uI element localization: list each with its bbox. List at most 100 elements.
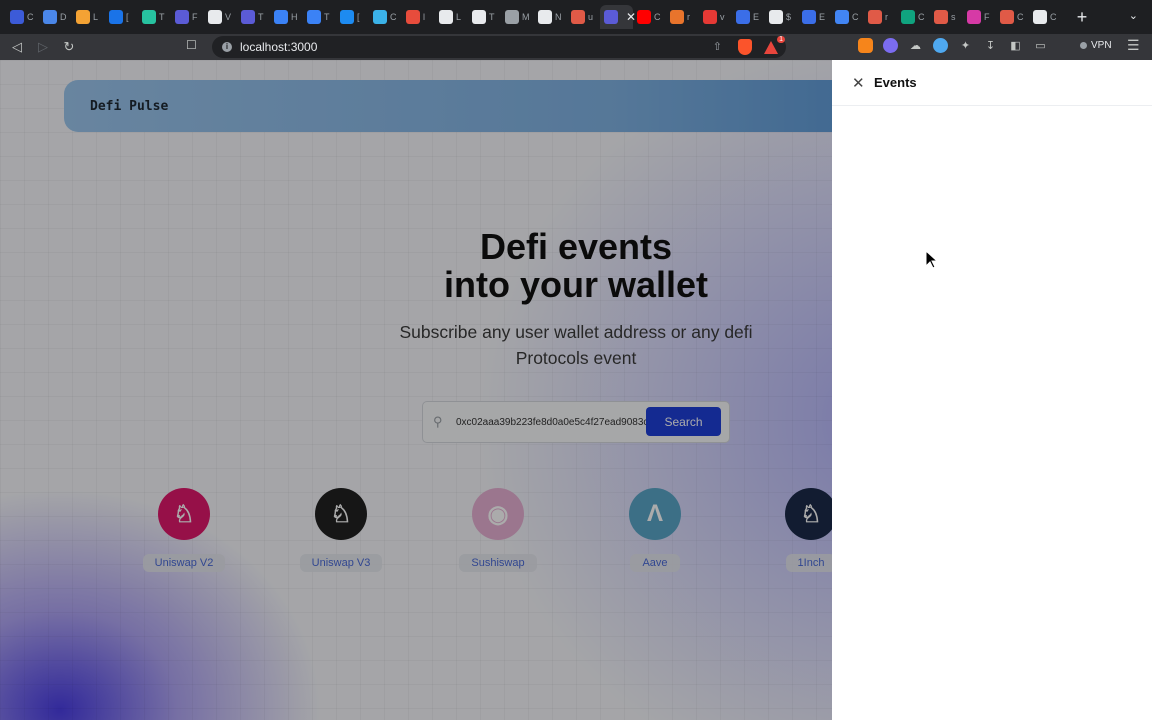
vpn-status-icon [1080, 42, 1087, 49]
tab-title: M [522, 12, 530, 22]
brave-rewards-icon[interactable]: 1 [764, 36, 785, 54]
browser-tab[interactable]: L [72, 5, 105, 29]
browser-tab[interactable]: $ [765, 5, 798, 29]
browser-tab[interactable]: C [831, 5, 864, 29]
browser-tab[interactable]: V [204, 5, 237, 29]
sidebar-icon[interactable]: ◧ [1008, 38, 1023, 53]
share-icon[interactable]: ⇧ [713, 40, 722, 53]
extension-icon[interactable] [883, 38, 898, 53]
menu-icon[interactable]: ☰ [1127, 37, 1140, 54]
tab-favicon-icon [43, 10, 57, 24]
browser-tab[interactable]: [ [336, 5, 369, 29]
browser-tab[interactable]: C [369, 5, 402, 29]
tab-title: E [753, 12, 760, 22]
tab-favicon-icon [274, 10, 288, 24]
browser-tab[interactable]: F [171, 5, 204, 29]
events-drawer: ✕ Events [832, 60, 1152, 720]
browser-tab[interactable]: N [534, 5, 567, 29]
globe-icon[interactable] [933, 38, 948, 53]
browser-tab[interactable]: L [435, 5, 468, 29]
rewards-badge: 1 [777, 36, 785, 43]
tab-title: v [720, 12, 725, 22]
browser-tab[interactable]: v [699, 5, 732, 29]
browser-tab[interactable]: C [6, 5, 39, 29]
new-tab-button[interactable]: + [1072, 7, 1092, 28]
drawer-header: ✕ Events [832, 60, 1152, 106]
tab-title: C [852, 12, 859, 22]
browser-tab[interactable]: T [303, 5, 336, 29]
tab-favicon-icon [802, 10, 816, 24]
tab-strip: C D L [T F V T H T [Cl L T M Nu l✕ Cr v E $ E Cr Cs F C C + ⌄ [0, 0, 1152, 34]
tab-title: C [390, 12, 397, 22]
tab-favicon-icon [241, 10, 255, 24]
tab-title: C [1050, 12, 1057, 22]
browser-tab[interactable]: M [501, 5, 534, 29]
tab-favicon-icon [175, 10, 189, 24]
tab-favicon-icon [769, 10, 783, 24]
vpn-button[interactable]: VPN [1080, 40, 1112, 51]
browser-tab[interactable]: T [237, 5, 270, 29]
browser-tab[interactable]: C [996, 5, 1029, 29]
modal-overlay[interactable] [0, 60, 832, 720]
wallet-icon[interactable]: ▭ [1033, 38, 1048, 53]
browser-tab[interactable]: T [468, 5, 501, 29]
tab-favicon-icon [109, 10, 123, 24]
browser-tab[interactable]: T [138, 5, 171, 29]
browser-tab[interactable]: l✕ [600, 5, 636, 29]
browser-tab[interactable]: u [567, 5, 600, 29]
browser-toolbar: ◁ ▷ ↻ ☐ i localhost:3000 ⇧ 1 ☁ ✦ ↧ ◧ ▭ V… [0, 34, 1152, 60]
extensions-bar: ☁ ✦ ↧ ◧ ▭ [858, 38, 1048, 53]
browser-tab[interactable]: C [633, 5, 666, 29]
tab-title: T [324, 12, 330, 22]
tab-favicon-icon [571, 10, 585, 24]
tab-favicon-icon [538, 10, 552, 24]
tab-title: l [423, 12, 425, 22]
tab-favicon-icon [703, 10, 717, 24]
browser-tab[interactable]: D [39, 5, 72, 29]
cloud-icon[interactable]: ☁ [908, 38, 923, 53]
address-url[interactable]: localhost:3000 [240, 40, 317, 54]
browser-tab[interactable]: [ [105, 5, 138, 29]
tab-favicon-icon [439, 10, 453, 24]
tab-title: E [819, 12, 826, 22]
browser-tab[interactable]: F [963, 5, 996, 29]
drawer-title: Events [874, 75, 917, 90]
tab-title: T [258, 12, 264, 22]
tab-favicon-icon [406, 10, 420, 24]
browser-tab[interactable]: C [1029, 5, 1062, 29]
back-icon[interactable]: ◁ [4, 36, 30, 58]
tab-title: F [984, 12, 990, 22]
site-info-icon[interactable]: i [222, 42, 232, 52]
forward-icon[interactable]: ▷ [30, 36, 56, 58]
web-page: Defi Pulse Defi events into your wallet … [0, 60, 1152, 720]
download-icon[interactable]: ↧ [983, 38, 998, 53]
tab-title: D [60, 12, 67, 22]
tab-title: C [654, 12, 661, 22]
tab-favicon-icon [934, 10, 948, 24]
tab-favicon-icon [208, 10, 222, 24]
browser-tab[interactable]: C [897, 5, 930, 29]
metamask-icon[interactable] [858, 38, 873, 53]
browser-tab[interactable]: H [270, 5, 303, 29]
tab-favicon-icon [1033, 10, 1047, 24]
tab-search-icon[interactable]: ⌄ [1129, 9, 1138, 22]
tab-title: s [951, 12, 956, 22]
tab-title: r [687, 12, 690, 22]
mouse-cursor-icon [925, 250, 939, 269]
address-bar[interactable]: i localhost:3000 ⇧ 1 [212, 36, 786, 58]
tab-favicon-icon [373, 10, 387, 24]
browser-tab[interactable]: E [732, 5, 765, 29]
reload-icon[interactable]: ↻ [56, 36, 82, 58]
browser-tab[interactable]: l [402, 5, 435, 29]
browser-tab[interactable]: E [798, 5, 831, 29]
tab-favicon-icon [868, 10, 882, 24]
bookmark-icon[interactable]: ☐ [186, 38, 197, 52]
browser-tab[interactable]: r [666, 5, 699, 29]
puzzle-icon[interactable]: ✦ [958, 38, 973, 53]
tab-favicon-icon [340, 10, 354, 24]
browser-tab[interactable]: s [930, 5, 963, 29]
close-icon[interactable]: ✕ [852, 74, 866, 92]
browser-tab[interactable]: r [864, 5, 897, 29]
brave-shields-icon[interactable] [738, 39, 752, 55]
tab-title: H [291, 12, 298, 22]
